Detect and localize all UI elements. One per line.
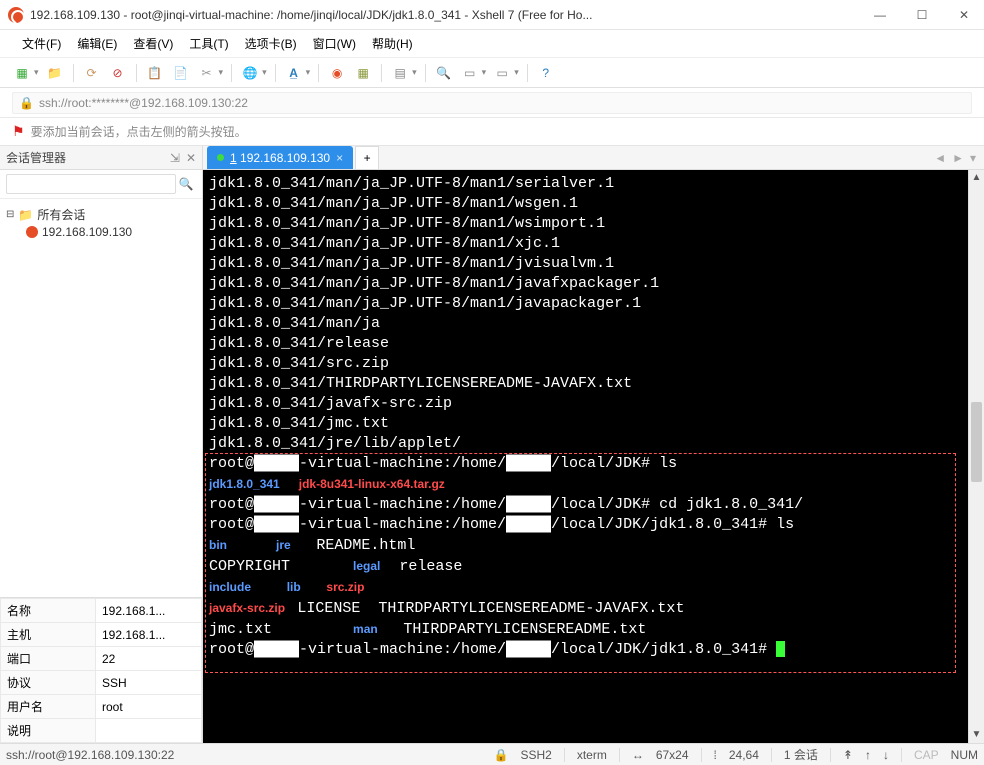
- status-dot-icon: [217, 154, 224, 161]
- lock-icon: 🔒: [19, 96, 34, 110]
- menu-file[interactable]: 文件(F): [16, 33, 67, 54]
- bookmark-icon[interactable]: ▭: [492, 63, 512, 83]
- status-pos: 24,64: [729, 748, 759, 762]
- tab-nav: ◄ ► ▾: [934, 146, 984, 169]
- session-tree[interactable]: ⊟ 📁 所有会话 192.168.109.130: [0, 199, 202, 597]
- statusbar: ssh://root@192.168.109.130:22 🔒 SSH2 xte…: [0, 743, 984, 765]
- prop-row: 端口22: [1, 647, 202, 671]
- status-nav2[interactable]: ↑: [865, 748, 871, 762]
- copy-icon[interactable]: 📋: [145, 63, 165, 83]
- search-toolbar-icon[interactable]: 🔍: [434, 63, 454, 83]
- menu-tabs[interactable]: 选项卡(B): [239, 33, 303, 54]
- window-controls: — ☐ ✕: [868, 8, 976, 22]
- tab-add-button[interactable]: +: [355, 146, 379, 169]
- session-search-input[interactable]: [6, 174, 176, 194]
- status-proto: SSH2: [520, 748, 551, 762]
- tree-root-label: 所有会话: [37, 206, 85, 223]
- cut-icon[interactable]: ✂: [197, 63, 217, 83]
- tab-prev-icon[interactable]: ◄: [934, 151, 946, 165]
- session-manager-header: 会话管理器 ⇲ ✕: [0, 146, 202, 170]
- session-manager: 会话管理器 ⇲ ✕ 🔍 ⊟ 📁 所有会话 192.168.109.130 名称1…: [0, 146, 203, 743]
- hintbar: ⚑ 要添加当前会话，点击左侧的箭头按钮。: [0, 118, 984, 146]
- layout-icon[interactable]: ▤: [390, 63, 410, 83]
- status-pos-icon: ⁞: [714, 748, 717, 762]
- paste-icon[interactable]: 📄: [171, 63, 191, 83]
- session-manager-title: 会话管理器: [6, 149, 66, 166]
- tab-label: 1 192.168.109.130: [230, 151, 330, 165]
- status-nav1[interactable]: ↟: [843, 748, 853, 762]
- menu-edit[interactable]: 编辑(E): [71, 33, 123, 54]
- session-properties: 名称192.168.1... 主机192.168.1... 端口22 协议SSH…: [0, 597, 202, 743]
- globe-icon[interactable]: 🌐: [240, 63, 260, 83]
- reconnect-icon[interactable]: ⟳: [82, 63, 102, 83]
- prop-row: 说明: [1, 719, 202, 743]
- panel-close-icon[interactable]: ✕: [186, 151, 196, 165]
- status-num: NUM: [951, 748, 978, 762]
- expand-icon[interactable]: ⊟: [6, 209, 14, 220]
- status-cap: CAP: [914, 748, 939, 762]
- highlight-icon[interactable]: ▭: [460, 63, 480, 83]
- tree-root[interactable]: ⊟ 📁 所有会话: [4, 205, 198, 224]
- session-search-row: 🔍: [0, 170, 202, 199]
- address-input[interactable]: 🔒 ssh://root:********@192.168.109.130:22: [12, 92, 972, 114]
- status-lock-icon: 🔒: [494, 748, 509, 762]
- menu-tools[interactable]: 工具(T): [183, 33, 234, 54]
- tab-close-icon[interactable]: ×: [336, 151, 343, 165]
- help-icon[interactable]: ?: [536, 63, 556, 83]
- address-text: ssh://root:********@192.168.109.130:22: [39, 96, 248, 110]
- main: 会话管理器 ⇲ ✕ 🔍 ⊟ 📁 所有会话 192.168.109.130 名称1…: [0, 146, 984, 743]
- menu-help[interactable]: 帮助(H): [366, 33, 419, 54]
- disconnect-icon[interactable]: ⊘: [108, 63, 128, 83]
- status-termtype: xterm: [577, 748, 607, 762]
- font-icon[interactable]: A̲: [284, 63, 304, 83]
- titlebar: 192.168.109.130 - root@jinqi-virtual-mac…: [0, 0, 984, 30]
- tab-session[interactable]: 1 192.168.109.130 ×: [207, 146, 353, 169]
- tab-bar: 1 192.168.109.130 × + ◄ ► ▾: [203, 146, 984, 170]
- new-session-icon[interactable]: ▦: [12, 63, 32, 83]
- status-size-icon: ↔: [632, 748, 644, 762]
- hint-text: 要添加当前会话，点击左侧的箭头按钮。: [31, 123, 247, 140]
- status-size: 67x24: [656, 748, 689, 762]
- tree-session[interactable]: 192.168.109.130: [4, 224, 198, 240]
- terminal-scrollbar[interactable]: ▲ ▼: [968, 170, 984, 743]
- xagent-icon[interactable]: ◉: [327, 63, 347, 83]
- addressbar: 🔒 ssh://root:********@192.168.109.130:22: [0, 88, 984, 118]
- tab-menu-icon[interactable]: ▾: [970, 151, 976, 165]
- close-button[interactable]: ✕: [952, 8, 976, 22]
- pin-icon[interactable]: ⇲: [170, 151, 180, 165]
- xftp-icon[interactable]: ▦: [353, 63, 373, 83]
- scroll-up-icon[interactable]: ▲: [972, 170, 982, 186]
- open-icon[interactable]: 📁: [45, 63, 65, 83]
- tree-session-label: 192.168.109.130: [42, 225, 132, 239]
- search-icon[interactable]: 🔍: [176, 174, 196, 194]
- prop-row: 协议SSH: [1, 671, 202, 695]
- tab-next-icon[interactable]: ►: [952, 151, 964, 165]
- app-icon: [8, 7, 24, 23]
- session-icon: [26, 226, 38, 238]
- menu-window[interactable]: 窗口(W): [307, 33, 362, 54]
- scroll-down-icon[interactable]: ▼: [972, 727, 982, 743]
- folder-icon: 📁: [18, 208, 33, 222]
- status-address: ssh://root@192.168.109.130:22: [6, 748, 174, 762]
- toolbar: ▦▾ 📁 ⟳ ⊘ 📋 📄 ✂▾ 🌐▾ A̲▾ ◉ ▦ ▤▾ 🔍 ▭▾ ▭▾ ?: [0, 58, 984, 88]
- status-sessions: 1 会话: [784, 746, 818, 763]
- window-title: 192.168.109.130 - root@jinqi-virtual-mac…: [30, 8, 868, 22]
- prop-row: 用户名root: [1, 695, 202, 719]
- status-nav3[interactable]: ↓: [883, 748, 889, 762]
- terminal[interactable]: jdk1.8.0_341/man/ja_JP.UTF-8/man1/serial…: [203, 170, 968, 743]
- prop-row: 名称192.168.1...: [1, 599, 202, 623]
- maximize-button[interactable]: ☐: [910, 8, 934, 22]
- content: 1 192.168.109.130 × + ◄ ► ▾ jdk1.8.0_341…: [203, 146, 984, 743]
- flag-icon: ⚑: [12, 123, 25, 140]
- menubar: 文件(F) 编辑(E) 查看(V) 工具(T) 选项卡(B) 窗口(W) 帮助(…: [0, 30, 984, 58]
- minimize-button[interactable]: —: [868, 8, 892, 22]
- scroll-thumb[interactable]: [971, 402, 982, 482]
- menu-view[interactable]: 查看(V): [127, 33, 179, 54]
- prop-row: 主机192.168.1...: [1, 623, 202, 647]
